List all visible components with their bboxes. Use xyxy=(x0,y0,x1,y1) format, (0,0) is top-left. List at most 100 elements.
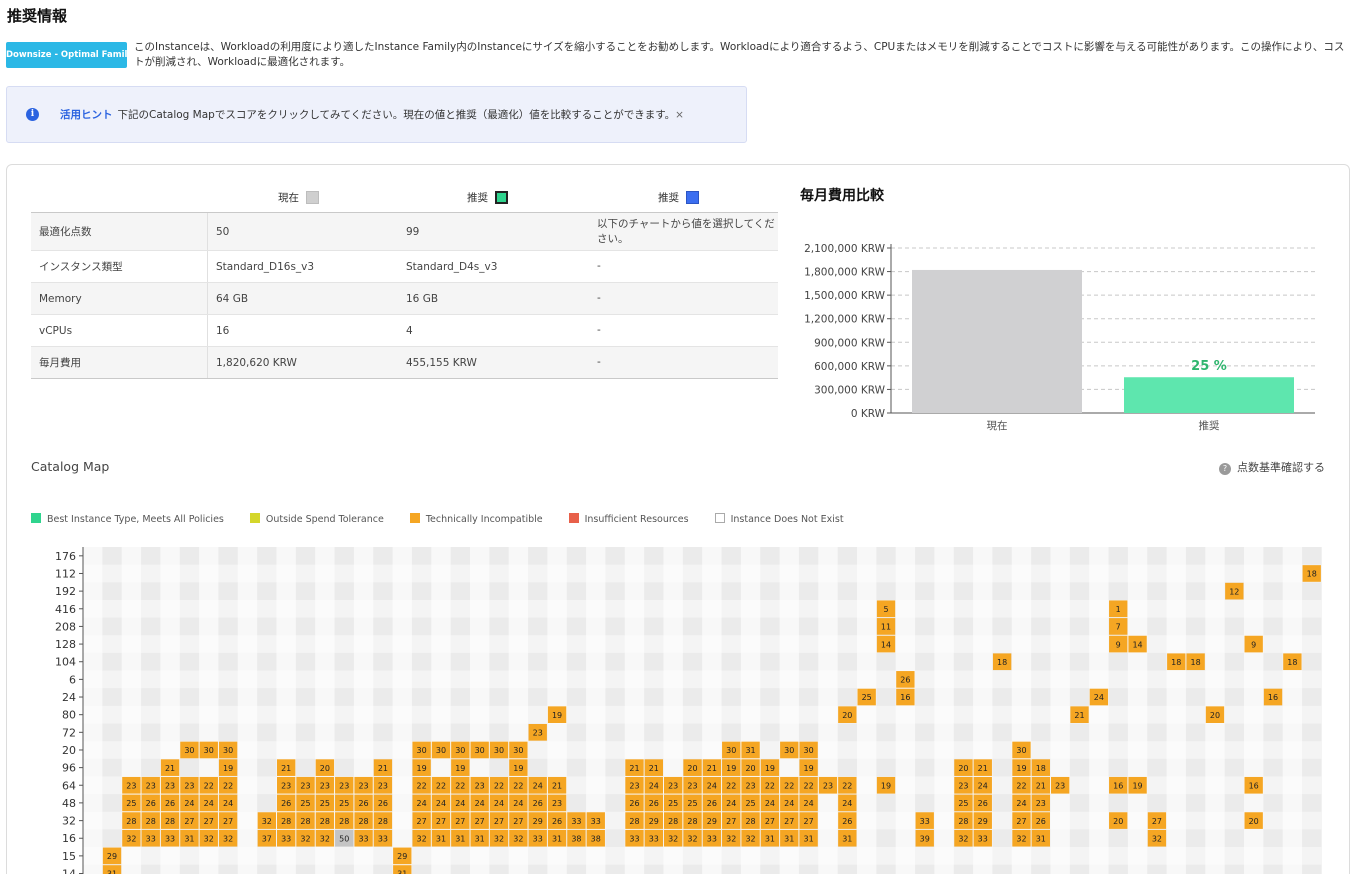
score-cell[interactable]: 33 xyxy=(141,829,160,847)
score-cell[interactable]: 31 xyxy=(180,829,199,847)
score-cell[interactable]: 23 xyxy=(664,776,683,794)
score-cell[interactable]: 23 xyxy=(741,776,760,794)
score-cell[interactable]: 25 xyxy=(315,794,335,812)
score-cell[interactable]: 16 xyxy=(1244,776,1263,794)
score-cell[interactable]: 28 xyxy=(664,812,683,829)
score-cell[interactable]: 24 xyxy=(1012,794,1031,812)
score-cell[interactable]: 28 xyxy=(277,812,296,829)
score-cell[interactable]: 37 xyxy=(257,829,276,847)
score-cell[interactable]: 22 xyxy=(218,776,238,794)
score-cell[interactable]: 27 xyxy=(431,812,451,829)
score-cell[interactable]: 27 xyxy=(722,812,741,829)
score-cell[interactable]: 20 xyxy=(315,759,335,776)
score-cell[interactable]: 28 xyxy=(122,812,141,829)
score-cell[interactable]: 19 xyxy=(547,706,567,723)
score-cell[interactable]: 23 xyxy=(373,776,393,794)
score-cell[interactable]: 22 xyxy=(780,776,799,794)
score-cell[interactable]: 26 xyxy=(838,812,857,829)
score-cell[interactable]: 21 xyxy=(702,759,722,776)
score-cell[interactable]: 21 xyxy=(1070,706,1089,723)
score-cell[interactable]: 20 xyxy=(1244,812,1263,829)
score-cell[interactable]: 24 xyxy=(702,776,722,794)
score-cell[interactable]: 27 xyxy=(1012,812,1031,829)
score-cell[interactable]: 26 xyxy=(277,794,296,812)
score-cell[interactable]: 26 xyxy=(1031,812,1050,829)
score-cell[interactable]: 24 xyxy=(199,794,218,812)
score-cell[interactable]: 21 xyxy=(277,759,296,776)
score-cell[interactable]: 26 xyxy=(625,794,644,812)
score-cell[interactable]: 18 xyxy=(1302,565,1321,582)
score-cell[interactable]: 18 xyxy=(992,653,1012,671)
score-cell[interactable]: 24 xyxy=(431,794,451,812)
score-cell[interactable]: 31 xyxy=(799,829,818,847)
score-cell[interactable]: 23 xyxy=(1051,776,1070,794)
score-cell[interactable]: 33 xyxy=(586,812,605,829)
score-cell[interactable]: 27 xyxy=(489,812,509,829)
score-cell[interactable]: 26 xyxy=(896,671,915,688)
score-cell[interactable]: 9 xyxy=(1244,635,1263,653)
score-cell[interactable]: 26 xyxy=(373,794,393,812)
score-cell[interactable]: 19 xyxy=(1128,776,1147,794)
score-cell[interactable]: 31 xyxy=(431,829,451,847)
score-cell[interactable]: 24 xyxy=(780,794,799,812)
score-cell[interactable]: 31 xyxy=(451,829,470,847)
score-cell[interactable]: 28 xyxy=(373,812,393,829)
score-cell[interactable]: 24 xyxy=(838,794,857,812)
score-cell[interactable]: 28 xyxy=(335,812,354,829)
score-cell[interactable]: 22 xyxy=(451,776,470,794)
score-cell[interactable]: 20 xyxy=(1205,706,1225,723)
score-cell[interactable]: 30 xyxy=(218,741,238,759)
score-cell[interactable]: 27 xyxy=(451,812,470,829)
score-cell[interactable]: 28 xyxy=(354,812,373,829)
score-cell[interactable]: 19 xyxy=(760,759,780,776)
score-cell[interactable]: 16 xyxy=(896,688,915,706)
score-cell[interactable]: 30 xyxy=(780,741,799,759)
score-cell[interactable]: 22 xyxy=(431,776,451,794)
score-cell[interactable]: 29 xyxy=(702,812,722,829)
score-cell[interactable]: 18 xyxy=(1031,759,1050,776)
score-cell[interactable]: 30 xyxy=(799,741,818,759)
score-cell[interactable]: 30 xyxy=(722,741,741,759)
legend-item[interactable]: Technically Incompatible xyxy=(409,513,543,525)
score-cell[interactable]: 19 xyxy=(218,759,238,776)
score-cell[interactable]: 19 xyxy=(451,759,470,776)
legend-item[interactable]: Outside Spend Tolerance xyxy=(249,513,384,525)
score-cell[interactable]: 25 xyxy=(296,794,315,812)
score-cell[interactable]: 25 xyxy=(335,794,354,812)
score-cell[interactable]: 30 xyxy=(412,741,431,759)
score-cell[interactable]: 20 xyxy=(683,759,702,776)
score-cell[interactable]: 21 xyxy=(160,759,180,776)
score-cell[interactable]: 28 xyxy=(141,812,160,829)
score-cell[interactable]: 27 xyxy=(799,812,818,829)
score-cell[interactable]: 27 xyxy=(180,812,199,829)
score-cell[interactable]: 30 xyxy=(470,741,489,759)
score-cell[interactable]: 39 xyxy=(915,829,934,847)
score-cell[interactable]: 33 xyxy=(567,812,586,829)
score-cell[interactable]: 23 xyxy=(335,776,354,794)
score-cell[interactable]: 33 xyxy=(702,829,722,847)
score-cell[interactable]: 14 xyxy=(876,635,896,653)
score-criteria-link[interactable]: ? 点数基準確認する xyxy=(1219,459,1325,475)
score-cell[interactable]: 24 xyxy=(470,794,489,812)
score-cell[interactable]: 23 xyxy=(277,776,296,794)
score-cell[interactable]: 31 xyxy=(393,865,412,874)
score-cell[interactable]: 38 xyxy=(586,829,605,847)
score-cell[interactable]: 7 xyxy=(1109,618,1128,635)
score-cell[interactable]: 23 xyxy=(470,776,489,794)
score-cell[interactable]: 26 xyxy=(528,794,547,812)
score-cell[interactable]: 28 xyxy=(296,812,315,829)
score-cell[interactable]: 26 xyxy=(644,794,663,812)
score-cell[interactable]: 32 xyxy=(509,829,528,847)
score-cell[interactable]: 30 xyxy=(431,741,451,759)
score-cell[interactable]: 11 xyxy=(876,618,896,635)
score-cell[interactable]: 26 xyxy=(141,794,160,812)
score-cell[interactable]: 19 xyxy=(509,759,528,776)
score-cell[interactable]: 25 xyxy=(683,794,702,812)
score-cell[interactable]: 23 xyxy=(180,776,199,794)
score-cell[interactable]: 27 xyxy=(199,812,218,829)
score-cell[interactable]: 32 xyxy=(1012,829,1031,847)
score-cell[interactable]: 31 xyxy=(760,829,780,847)
score-cell[interactable]: 24 xyxy=(1089,688,1109,706)
score-cell[interactable]: 32 xyxy=(315,829,335,847)
score-cell[interactable]: 28 xyxy=(741,812,760,829)
